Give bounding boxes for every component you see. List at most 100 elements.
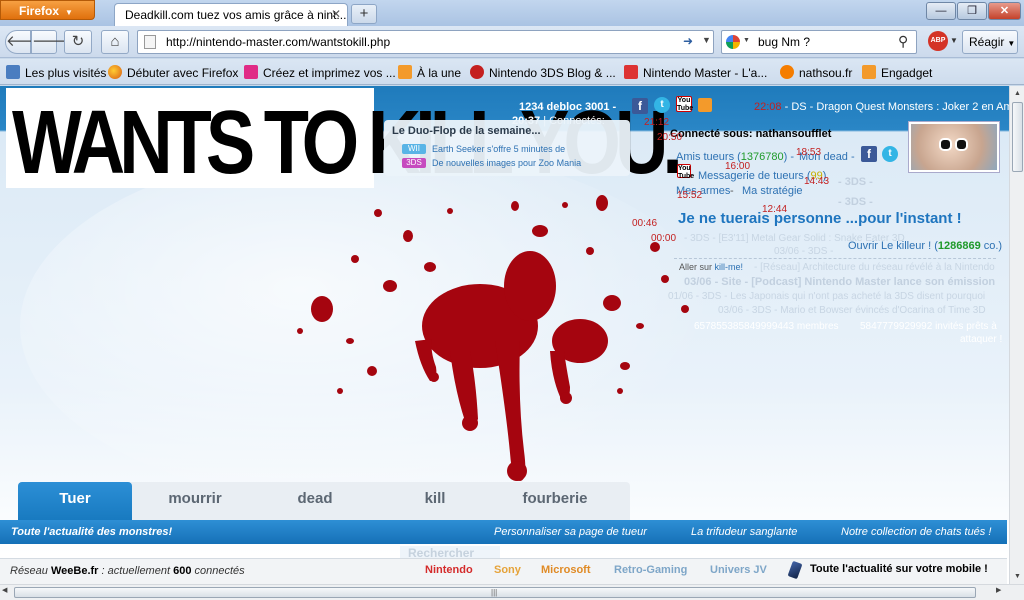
bookmark-label: Les plus visités: [25, 66, 107, 80]
facebook-icon[interactable]: f: [632, 98, 648, 114]
new-tab-button[interactable]: +: [351, 4, 377, 24]
bookmark-engadget[interactable]: Engadget: [862, 65, 932, 80]
twitter-icon[interactable]: t: [654, 97, 670, 113]
tab-mourrir[interactable]: mourrir: [138, 482, 252, 520]
footer-bar: Réseau WeeBe.fr : actuellement 600 conne…: [0, 558, 1007, 584]
mobile-link[interactable]: Toute l'actualité sur votre mobile !: [810, 563, 988, 575]
username[interactable]: nathansoufflet: [756, 128, 832, 140]
ghost-news: 03/06 - Site - [Podcast] Nintendo Master…: [684, 276, 996, 288]
network-count: 600: [173, 565, 192, 577]
tab-tuer[interactable]: Tuer: [18, 482, 132, 520]
bookmark-label: Nintendo Master - L'a...: [643, 66, 768, 80]
bookmark-label: Nintendo 3DS Blog & ...: [489, 66, 616, 80]
divider: [674, 258, 996, 259]
vertical-scrollbar[interactable]: ▲ ▼: [1009, 86, 1024, 584]
search-input[interactable]: bug Nm ?: [758, 35, 810, 49]
bookmark-nathsou[interactable]: nathsou.fr: [780, 65, 852, 80]
avatar[interactable]: [909, 122, 999, 172]
back-button[interactable]: 🡐: [5, 30, 46, 54]
separator: -: [730, 185, 734, 197]
footer-link-sony[interactable]: Sony: [494, 564, 521, 576]
react-button[interactable]: Réagir ▼: [962, 30, 1018, 54]
window-minimize-button[interactable]: —: [926, 2, 956, 20]
tab-title: Deadkill.com tuez vos amis grâce à nint.…: [125, 8, 347, 22]
top-news-ticker[interactable]: 22:08 - DS - Dragon Quest Monsters : Jok…: [754, 101, 1009, 113]
close-icon[interactable]: ✕: [331, 7, 341, 21]
open-killer-link[interactable]: Ouvrir Le killeur ! (1286869 co.): [848, 240, 1002, 252]
timestamp: 12:44: [762, 204, 788, 215]
youtube-icon[interactable]: You Tube: [676, 96, 693, 112]
ghost-guests: 5847779929992 invités prêts à: [860, 321, 997, 332]
browser-tab-active[interactable]: Deadkill.com tuez vos amis grâce à nint.…: [114, 3, 348, 26]
reload-button[interactable]: ↻: [64, 30, 92, 54]
bookmark-most-visited[interactable]: Les plus visités: [6, 65, 106, 80]
footer-link-nintendo[interactable]: Nintendo: [425, 564, 473, 576]
google-icon[interactable]: [726, 35, 740, 49]
window-maximize-button[interactable]: ❐: [957, 2, 987, 20]
scroll-up-icon[interactable]: ▲: [1011, 86, 1024, 101]
rss-icon: [398, 65, 412, 79]
search-icon[interactable]: ⚲: [898, 33, 908, 50]
timestamp: 16:00: [725, 161, 751, 172]
subnav-cats[interactable]: Notre collection de chats tués !: [841, 526, 991, 538]
chevron-down-icon[interactable]: ▼: [743, 37, 750, 44]
twitter-icon[interactable]: t: [882, 146, 898, 162]
bookmarks-bar: Les plus visités Débuter avec Firefox Cr…: [0, 59, 1024, 85]
bookmark-headlines[interactable]: À la une: [398, 65, 461, 80]
duo-flop-title: Le Duo-Flop de la semaine...: [392, 125, 541, 137]
tab-fourberie[interactable]: fourberie: [498, 482, 612, 520]
footer-link-univers[interactable]: Univers JV: [710, 564, 767, 576]
open-killer-count: 1286869: [937, 240, 981, 252]
bookmark-create-print[interactable]: Créez et imprimez vos ...: [244, 65, 396, 80]
rss-icon[interactable]: [698, 98, 712, 112]
forward-button[interactable]: 🡒: [31, 30, 72, 54]
subnav-news[interactable]: Toute l'actualité des monstres!: [11, 526, 172, 538]
adblock-button[interactable]: ABP ▼: [926, 30, 958, 54]
chevron-down-icon[interactable]: ▼: [702, 35, 711, 45]
url-bar[interactable]: http://nintendo-master.com/wantstokill.p…: [137, 30, 714, 54]
scroll-left-icon[interactable]: ◀: [2, 586, 7, 594]
rss-icon: [862, 65, 876, 79]
scroll-right-icon[interactable]: ▶: [996, 586, 1001, 594]
footer-link-microsoft[interactable]: Microsoft: [541, 564, 591, 576]
network-name[interactable]: WeeBe.fr: [51, 565, 98, 577]
grip-icon: |||: [491, 588, 498, 597]
duo-flop-item[interactable]: Earth Seeker s'offre 5 minutes de: [432, 144, 565, 154]
tab-kill[interactable]: kill: [378, 482, 492, 520]
blood-splatter: [297, 195, 689, 481]
duo-flop-item[interactable]: De nouvelles images pour Zoo Mania: [432, 158, 581, 168]
subnav-customize[interactable]: Personnaliser sa page de tueur: [494, 526, 647, 538]
tab-dead[interactable]: dead: [258, 482, 372, 520]
bookmark-getting-started[interactable]: Débuter avec Firefox: [108, 65, 238, 80]
kill-status-message: Je ne tuerais personne ...pour l'instant…: [678, 210, 962, 227]
ghost-search: Rechercher: [400, 546, 500, 560]
scroll-down-icon[interactable]: ▼: [1011, 569, 1024, 584]
footer-link-retro[interactable]: Retro-Gaming: [614, 564, 687, 576]
scroll-thumb[interactable]: |||: [14, 587, 976, 598]
bookmark-nintendo-master[interactable]: Nintendo Master - L'a...: [624, 65, 767, 80]
ghost-members: 657855385849999443 membres: [694, 321, 839, 332]
bookmark-3ds-blog[interactable]: Nintendo 3DS Blog & ...: [470, 65, 616, 80]
follow-link[interactable]: kill-me!: [715, 262, 744, 272]
firefox-menu-button[interactable]: Firefox ▼: [0, 0, 95, 20]
strategy-link[interactable]: Ma stratégie: [742, 185, 803, 197]
open-killer-label: Ouvrir Le killeur ! (: [848, 240, 938, 252]
go-arrow-icon[interactable]: ➜: [683, 34, 693, 48]
browser-titlebar: Firefox ▼ Deadkill.com tuez vos amis grâc…: [0, 0, 1024, 26]
window-close-button[interactable]: ✕: [988, 2, 1021, 20]
subnav-trifudeur[interactable]: La trifudeur sanglante: [691, 526, 797, 538]
bookmark-label: Débuter avec Firefox: [127, 66, 239, 80]
kill-banner: WANTS TO KILL YOU.: [6, 88, 683, 192]
wii-tag: WII: [402, 144, 426, 154]
home-button[interactable]: ⌂: [101, 30, 129, 54]
search-bar[interactable]: ▼ bug Nm ? ⚲: [721, 30, 917, 54]
chevron-down-icon: ▼: [65, 8, 73, 17]
ghost-attack: attaquer !: [960, 334, 1003, 345]
horizontal-scrollbar[interactable]: ◀ ||| ▶: [0, 584, 1024, 600]
nm-icon: [624, 65, 638, 79]
scroll-thumb[interactable]: [1012, 102, 1023, 172]
bookmark-label: nathsou.fr: [799, 66, 853, 80]
facebook-icon[interactable]: f: [861, 146, 877, 162]
timestamp: 14:43: [804, 176, 830, 187]
url-text[interactable]: http://nintendo-master.com/wantstokill.p…: [166, 35, 390, 49]
